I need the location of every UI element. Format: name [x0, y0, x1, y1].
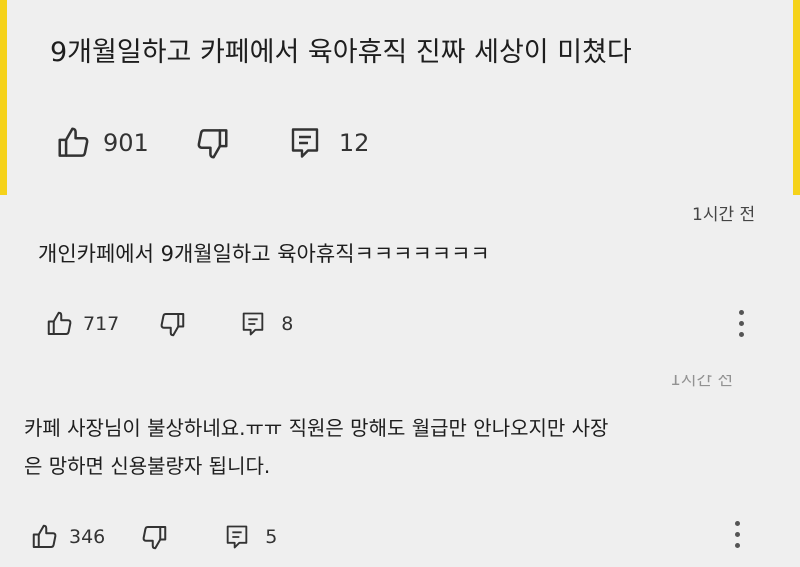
like-count: 717	[83, 313, 120, 335]
thumbs-up-icon	[32, 524, 57, 548]
comment-text: 개인카페에서 9개월일하고 육아휴직ㅋㅋㅋㅋㅋㅋㅋ	[38, 242, 490, 266]
thumbs-up-icon	[58, 127, 89, 157]
comment-actions: 717 8	[45, 309, 293, 339]
like-count: 901	[103, 129, 149, 157]
reply-button[interactable]: 5	[223, 523, 277, 551]
like-button[interactable]: 717	[45, 309, 119, 339]
thumbs-up-icon	[47, 311, 72, 335]
reply-count: 5	[265, 526, 278, 548]
more-vertical-icon	[738, 310, 744, 315]
more-vertical-icon	[734, 521, 740, 526]
comment-text-line-2: 은 망하면 신용불량자 됩니다.	[24, 454, 271, 478]
comment-3: 1시간 전 카페 사장님이 불상하네요.ㅠㅠ 직원은 망해도 월급만 안나오지만…	[0, 375, 800, 567]
reply-button[interactable]: 8	[239, 310, 293, 338]
comment-2: 1시간 전 개인카페에서 9개월일하고 육아휴직ㅋㅋㅋㅋㅋㅋㅋ 717 8	[0, 195, 800, 375]
like-count: 346	[69, 526, 106, 548]
like-button[interactable]: 346	[30, 522, 105, 552]
dislike-button[interactable]	[157, 309, 187, 339]
like-button[interactable]: 901	[55, 124, 149, 162]
comment-time: 1시간 전	[692, 205, 756, 225]
dislike-button[interactable]	[139, 522, 169, 552]
thumbs-down-icon	[142, 526, 167, 550]
more-options-button[interactable]	[731, 307, 751, 340]
comment-time: 1시간 전	[670, 375, 734, 389]
comment-text-line-1: 카페 사장님이 불상하네요.ㅠㅠ 직원은 망해도 월급만 안나오지만 사장	[24, 416, 609, 440]
comment-text: 9개월일하고 카페에서 육아휴직 진짜 세상이 미쳤다	[50, 37, 632, 68]
reply-icon	[291, 128, 319, 158]
reply-icon	[242, 312, 264, 336]
reply-count: 8	[281, 313, 294, 335]
comment-actions: 901 12	[55, 124, 369, 162]
comment-1: 9개월일하고 카페에서 육아휴직 진짜 세상이 미쳤다 901 12	[0, 0, 800, 195]
reply-button[interactable]: 12	[287, 125, 370, 161]
comment-actions: 346 5	[30, 522, 277, 552]
reply-count: 12	[338, 129, 370, 157]
more-options-button[interactable]	[727, 518, 747, 551]
thumbs-down-icon	[160, 313, 185, 337]
reply-icon	[226, 525, 248, 549]
dislike-button[interactable]	[193, 124, 231, 162]
thumbs-down-icon	[197, 129, 228, 159]
